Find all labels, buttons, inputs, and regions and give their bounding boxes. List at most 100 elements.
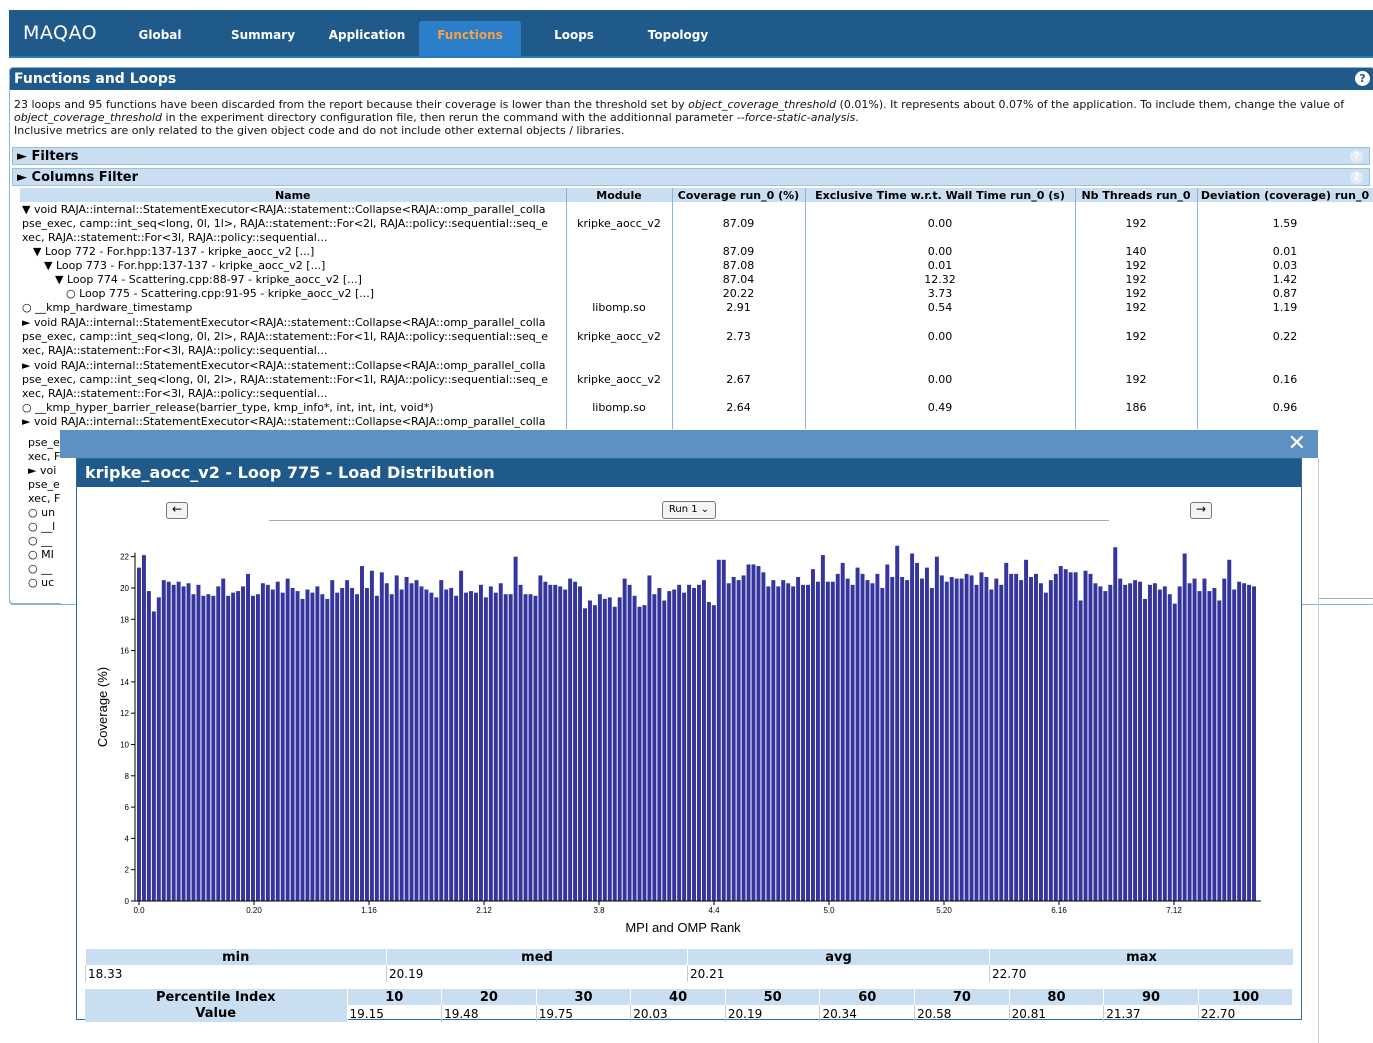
coverage-bar[interactable] [340, 587, 345, 901]
coverage-bar[interactable] [464, 592, 469, 901]
coverage-bar[interactable] [1073, 572, 1078, 901]
coverage-bar[interactable] [573, 581, 578, 901]
coverage-bar[interactable] [1038, 583, 1043, 901]
coverage-bar[interactable] [835, 573, 840, 901]
row-fragment[interactable]: ○ __ [28, 534, 60, 548]
coverage-bar[interactable] [379, 572, 384, 901]
coverage-bar[interactable] [265, 584, 270, 901]
coverage-bar[interactable] [513, 556, 518, 901]
coverage-bar[interactable] [275, 581, 280, 901]
coverage-bar[interactable] [999, 584, 1004, 901]
coverage-bar[interactable] [776, 586, 781, 901]
coverage-bar[interactable] [721, 559, 726, 901]
coverage-bar[interactable] [364, 587, 369, 901]
coverage-bar[interactable] [1242, 583, 1247, 901]
coverage-bar[interactable] [568, 578, 573, 901]
cell-name[interactable]: ► void RAJA::internal::StatementExecutor… [20, 315, 567, 358]
coverage-bar[interactable] [186, 583, 191, 901]
coverage-bar[interactable] [632, 595, 637, 901]
coverage-bar[interactable] [409, 583, 414, 901]
coverage-bar[interactable] [161, 580, 166, 901]
coverage-bar[interactable] [518, 584, 523, 901]
coverage-bar[interactable] [151, 611, 156, 901]
coverage-bar[interactable] [226, 595, 231, 901]
coverage-bar[interactable] [360, 566, 364, 901]
tab-loops[interactable]: Loops [539, 21, 609, 56]
coverage-bar[interactable] [706, 602, 711, 901]
coverage-bar[interactable] [692, 587, 696, 901]
coverage-bar[interactable] [597, 594, 602, 901]
coverage-bar[interactable] [895, 545, 900, 901]
coverage-bar[interactable] [637, 606, 642, 901]
coverage-bar[interactable] [454, 595, 459, 901]
cell-name[interactable]: ▼ Loop 773 - For.hpp:137-137 - kripke_ao… [20, 259, 567, 273]
tab-topology[interactable]: Topology [639, 21, 717, 56]
table-row[interactable]: ▼ Loop 772 - For.hpp:137-137 - kripke_ao… [20, 245, 1373, 259]
coverage-bar[interactable] [1019, 580, 1024, 901]
coverage-bar[interactable] [196, 584, 201, 901]
table-row[interactable]: ○ Loop 775 - Scattering.cpp:91-95 - krip… [20, 287, 1373, 301]
coverage-bar[interactable] [305, 589, 310, 901]
coverage-bar[interactable] [731, 577, 736, 901]
coverage-bar[interactable] [1033, 573, 1038, 901]
coverage-bar[interactable] [137, 567, 141, 901]
coverage-bar[interactable] [845, 578, 850, 901]
coverage-bar[interactable] [642, 605, 647, 901]
coverage-bar[interactable] [830, 581, 835, 901]
coverage-bar[interactable] [335, 592, 340, 901]
coverage-bar[interactable] [761, 572, 766, 901]
coverage-bar[interactable] [439, 580, 444, 901]
coverage-bar[interactable] [444, 589, 449, 901]
coverage-bar[interactable] [1113, 547, 1118, 901]
close-icon[interactable]: ✕ [1288, 431, 1306, 456]
help-icon[interactable]: ? [1355, 71, 1370, 86]
coverage-bar[interactable] [949, 577, 954, 901]
coverage-bar[interactable] [523, 594, 528, 901]
coverage-bar[interactable] [711, 605, 716, 901]
cell-name[interactable]: ▼ Loop 772 - For.hpp:137-137 - kripke_ao… [20, 245, 567, 259]
coverage-bar[interactable] [374, 595, 379, 901]
coverage-bar[interactable] [1088, 573, 1093, 901]
coverage-bar[interactable] [741, 575, 746, 901]
coverage-bar[interactable] [578, 586, 583, 901]
coverage-bar[interactable] [1123, 584, 1128, 901]
row-fragment[interactable]: ○ __ [28, 562, 60, 576]
coverage-bar[interactable] [350, 587, 355, 901]
coverage-bar[interactable] [399, 589, 404, 901]
coverage-bar[interactable] [1172, 603, 1177, 901]
coverage-bar[interactable] [1043, 592, 1048, 901]
coverage-bar[interactable] [1029, 577, 1033, 901]
coverage-bar[interactable] [270, 589, 275, 901]
coverage-bar[interactable] [850, 584, 855, 901]
coverage-bar[interactable] [325, 598, 330, 901]
coverage-bar[interactable] [419, 586, 424, 901]
coverage-bar[interactable] [954, 578, 959, 901]
coverage-bar[interactable] [1058, 566, 1063, 901]
coverage-bar[interactable] [330, 580, 335, 901]
row-fragment[interactable]: ○ __l [28, 520, 60, 534]
coverage-bar[interactable] [1177, 586, 1182, 901]
coverage-bar[interactable] [1227, 559, 1232, 901]
coverage-bar[interactable] [548, 584, 553, 901]
coverage-bar[interactable] [498, 583, 503, 901]
coverage-bar[interactable] [424, 589, 429, 901]
coverage-bar[interactable] [508, 594, 513, 901]
coverage-bar[interactable] [290, 587, 295, 901]
coverage-bar[interactable] [191, 594, 196, 901]
coverage-bar[interactable] [1217, 600, 1222, 901]
coverage-bar[interactable] [806, 584, 810, 901]
row-fragment[interactable]: pse_e [28, 436, 60, 450]
coverage-bar[interactable] [1207, 591, 1212, 901]
table-row[interactable]: ○ __kmp_hardware_timestamp libomp.so 2.91 0… [20, 301, 1373, 315]
coverage-bar[interactable] [1222, 578, 1227, 901]
coverage-bar[interactable] [1053, 573, 1058, 901]
coverage-bar[interactable] [285, 578, 290, 901]
coverage-bar[interactable] [221, 578, 226, 901]
coverage-bar[interactable] [1078, 600, 1083, 901]
coverage-bar[interactable] [612, 606, 617, 901]
coverage-bar[interactable] [553, 584, 558, 901]
maqao-logo[interactable]: MAQAO [23, 22, 97, 44]
coverage-bar[interactable] [166, 581, 171, 901]
coverage-bar[interactable] [959, 578, 964, 901]
coverage-bar[interactable] [156, 597, 161, 901]
